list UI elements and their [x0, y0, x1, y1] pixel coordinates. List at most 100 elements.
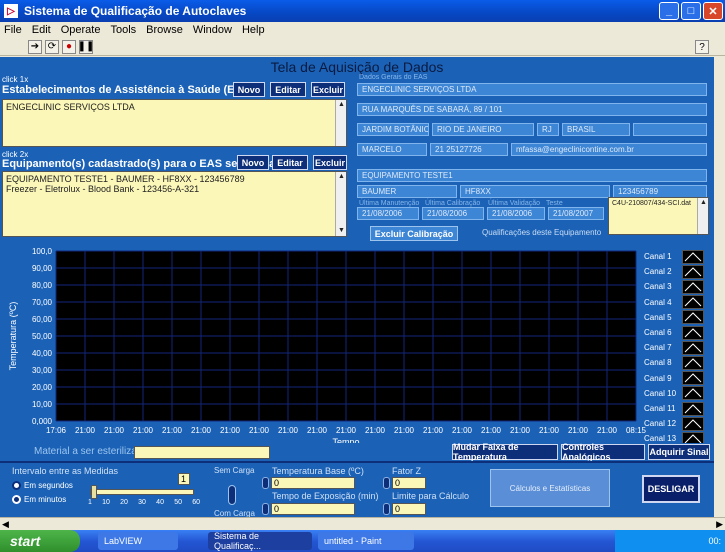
task-sistema[interactable]: Sistema de Qualificaç... [208, 531, 312, 551]
eas-contact-field[interactable]: MARCELO [357, 143, 427, 156]
scroll-up-icon[interactable]: ▲ [698, 198, 709, 208]
legend-item[interactable]: Canal 12 [642, 416, 714, 431]
list-item[interactable]: EQUIPAMENTO TESTE1 - BAUMER - HF8XX - 12… [6, 174, 343, 184]
equip-model-field[interactable]: HF8XX [460, 185, 610, 198]
scroll-right-icon[interactable]: ▶ [716, 519, 723, 530]
equip-excluir-button[interactable]: Excluir [313, 155, 347, 170]
eas-address-field[interactable]: RUA MARQUÊS DE SABARÁ, 89 / 101 [357, 103, 707, 116]
legend-swatch-icon[interactable] [682, 325, 704, 340]
eas-email-field[interactable]: mfassa@engeclinicontine.com.br [511, 143, 707, 156]
eas-district-field[interactable]: JARDIM BOTÂNICO [357, 123, 429, 136]
fator-z-input[interactable]: 0 [392, 477, 426, 489]
menu-browse[interactable]: Browse [146, 24, 183, 36]
abort-icon[interactable]: ● [62, 39, 76, 54]
eas-city-field[interactable]: RIO DE JANEIRO [432, 123, 534, 136]
legend-item[interactable]: Canal 9 [642, 371, 714, 386]
menu-window[interactable]: Window [193, 24, 232, 36]
date-field[interactable]: 21/08/2006 [422, 207, 484, 220]
limite-stepper[interactable] [383, 503, 390, 515]
equip-brand-field[interactable]: BAUMER [357, 185, 457, 198]
task-labview[interactable]: LabVIEW [98, 532, 178, 550]
legend-swatch-icon[interactable] [682, 371, 704, 386]
eas-name-field[interactable]: ENGECLINIC SERVIÇOS LTDA [357, 83, 707, 96]
date-field[interactable]: 21/08/2007 [548, 207, 604, 220]
legend-swatch-icon[interactable] [682, 295, 704, 310]
start-button[interactable]: start [0, 530, 80, 552]
scrollbar[interactable]: ▲ ▼ [335, 172, 346, 236]
menu-help[interactable]: Help [242, 24, 265, 36]
eas-novo-button[interactable]: Novo [233, 82, 265, 97]
slider-value[interactable]: 1 [178, 473, 190, 485]
radio-dot-icon[interactable] [12, 495, 21, 504]
equip-listbox[interactable]: EQUIPAMENTO TESTE1 - BAUMER - HF8XX - 12… [2, 171, 347, 237]
legend-swatch-icon[interactable] [682, 355, 704, 370]
scroll-up-icon[interactable]: ▲ [336, 172, 347, 182]
calculos-button[interactable]: Cálculos e Estatísticas [490, 469, 610, 507]
legend-item[interactable]: Canal 1 [642, 249, 714, 264]
adquirir-sinal-button[interactable]: Adquirir Sinal [648, 444, 710, 460]
equip-novo-button[interactable]: Novo [237, 155, 269, 170]
fator-z-stepper[interactable] [383, 477, 390, 489]
interval-slider[interactable] [90, 485, 194, 499]
legend-item[interactable]: Canal 3 [642, 279, 714, 294]
legend-swatch-icon[interactable] [682, 249, 704, 264]
scroll-left-icon[interactable]: ◀ [2, 519, 9, 530]
radio-segundos[interactable]: Em segundos [12, 481, 73, 490]
eas-state-field[interactable]: RJ [537, 123, 559, 136]
task-paint[interactable]: untitled - Paint [318, 532, 414, 550]
help-icon[interactable]: ? [695, 40, 709, 54]
list-item[interactable]: ENGECLINIC SERVIÇOS LTDA [6, 102, 343, 112]
legend-swatch-icon[interactable] [682, 310, 704, 325]
temp-base-stepper[interactable] [262, 477, 269, 489]
equip-name-field[interactable]: EQUIPAMENTO TESTE1 [357, 169, 707, 182]
legend-item[interactable]: Canal 5 [642, 310, 714, 325]
list-item[interactable]: Freezer - Eletrolux - Blood Bank - 12345… [6, 184, 343, 194]
legend-item[interactable]: Canal 4 [642, 295, 714, 310]
carga-toggle[interactable] [228, 485, 236, 505]
desligar-button[interactable]: DESLIGAR [642, 475, 700, 503]
tempo-exp-stepper[interactable] [262, 503, 269, 515]
equip-editar-button[interactable]: Editar [272, 155, 308, 170]
menu-edit[interactable]: Edit [32, 24, 51, 36]
list-item[interactable]: C4U-210807/434-SCI.dat [612, 200, 705, 207]
scroll-down-icon[interactable]: ▼ [336, 226, 347, 236]
eas-editar-button[interactable]: Editar [270, 82, 306, 97]
scrollbar[interactable]: ▲ [697, 198, 708, 234]
legend-swatch-icon[interactable] [682, 386, 704, 401]
pause-icon[interactable]: ❚❚ [78, 39, 94, 54]
material-input[interactable] [134, 446, 270, 459]
legend-swatch-icon[interactable] [682, 279, 704, 294]
mudar-faixa-button[interactable]: Mudar Faixa de Temperatura [452, 442, 558, 462]
close-button[interactable]: ✕ [703, 2, 723, 20]
limite-input[interactable]: 0 [392, 503, 426, 515]
legend-item[interactable]: Canal 8 [642, 355, 714, 370]
eas-extra-field[interactable] [633, 123, 707, 136]
legend-item[interactable]: Canal 7 [642, 340, 714, 355]
scrollbar[interactable]: ▲ [335, 100, 346, 146]
legend-item[interactable]: Canal 2 [642, 264, 714, 279]
tempo-exp-input[interactable]: 0 [271, 503, 355, 515]
legend-swatch-icon[interactable] [682, 340, 704, 355]
minimize-button[interactable]: _ [659, 2, 679, 20]
scroll-up-icon[interactable]: ▲ [336, 100, 347, 110]
menu-operate[interactable]: Operate [61, 24, 101, 36]
maximize-button[interactable]: □ [681, 2, 701, 20]
run-arrow-icon[interactable]: ➔ [28, 39, 42, 54]
run-continuous-icon[interactable]: ⟳ [45, 39, 59, 54]
legend-swatch-icon[interactable] [682, 416, 704, 431]
controles-analogicos-button[interactable]: Controles Analógicos [561, 442, 645, 462]
legend-item[interactable]: Canal 11 [642, 401, 714, 416]
horizontal-scrollbar[interactable]: ◀ ▶ [0, 517, 725, 530]
eas-country-field[interactable]: BRASIL [562, 123, 630, 136]
radio-minutos[interactable]: Em minutos [12, 495, 66, 504]
excluir-calibracao-button[interactable]: Excluir Calibração [370, 226, 458, 241]
eas-phone-field[interactable]: 21 25127726 [430, 143, 508, 156]
temp-base-input[interactable]: 0 [271, 477, 355, 489]
eas-excluir-button[interactable]: Excluir [311, 82, 345, 97]
legend-item[interactable]: Canal 6 [642, 325, 714, 340]
menu-file[interactable]: File [4, 24, 22, 36]
date-field[interactable]: 21/08/2006 [357, 207, 419, 220]
date-field[interactable]: 21/08/2006 [487, 207, 545, 220]
legend-swatch-icon[interactable] [682, 401, 704, 416]
eas-listbox[interactable]: ENGECLINIC SERVIÇOS LTDA ▲ [2, 99, 347, 147]
